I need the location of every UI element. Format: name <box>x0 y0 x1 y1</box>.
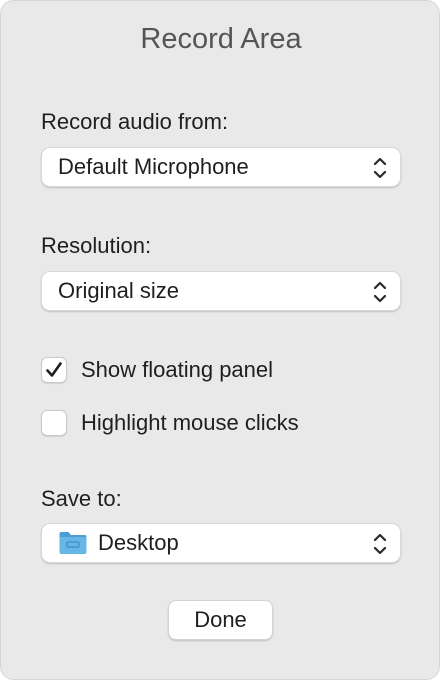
dialog-title: Record Area <box>140 23 302 55</box>
audio-source-value: Default Microphone <box>58 154 249 179</box>
folder-icon <box>59 532 87 554</box>
record-area-dialog: Record Area Record audio from: Default M… <box>0 0 440 680</box>
up-down-chevron-icon <box>373 533 387 555</box>
done-button[interactable]: Done <box>168 600 273 640</box>
audio-source-label: Record audio from: <box>41 109 229 134</box>
highlight-mouse-clicks-checkbox[interactable] <box>41 410 67 436</box>
resolution-select[interactable]: Original size <box>41 271 401 311</box>
highlight-mouse-clicks-label[interactable]: Highlight mouse clicks <box>81 410 299 436</box>
resolution-label: Resolution: <box>41 233 152 258</box>
checkmark-icon <box>46 362 62 377</box>
show-floating-panel-label[interactable]: Show floating panel <box>81 357 273 383</box>
show-floating-panel-checkbox[interactable] <box>41 357 67 383</box>
audio-source-select[interactable]: Default Microphone <box>41 147 401 187</box>
save-to-label: Save to: <box>41 486 122 511</box>
up-down-chevron-icon <box>373 157 387 179</box>
save-location-value: Desktop <box>98 530 179 555</box>
resolution-value: Original size <box>58 278 180 303</box>
save-location-select[interactable]: Desktop <box>41 523 401 563</box>
up-down-chevron-icon <box>373 281 387 303</box>
